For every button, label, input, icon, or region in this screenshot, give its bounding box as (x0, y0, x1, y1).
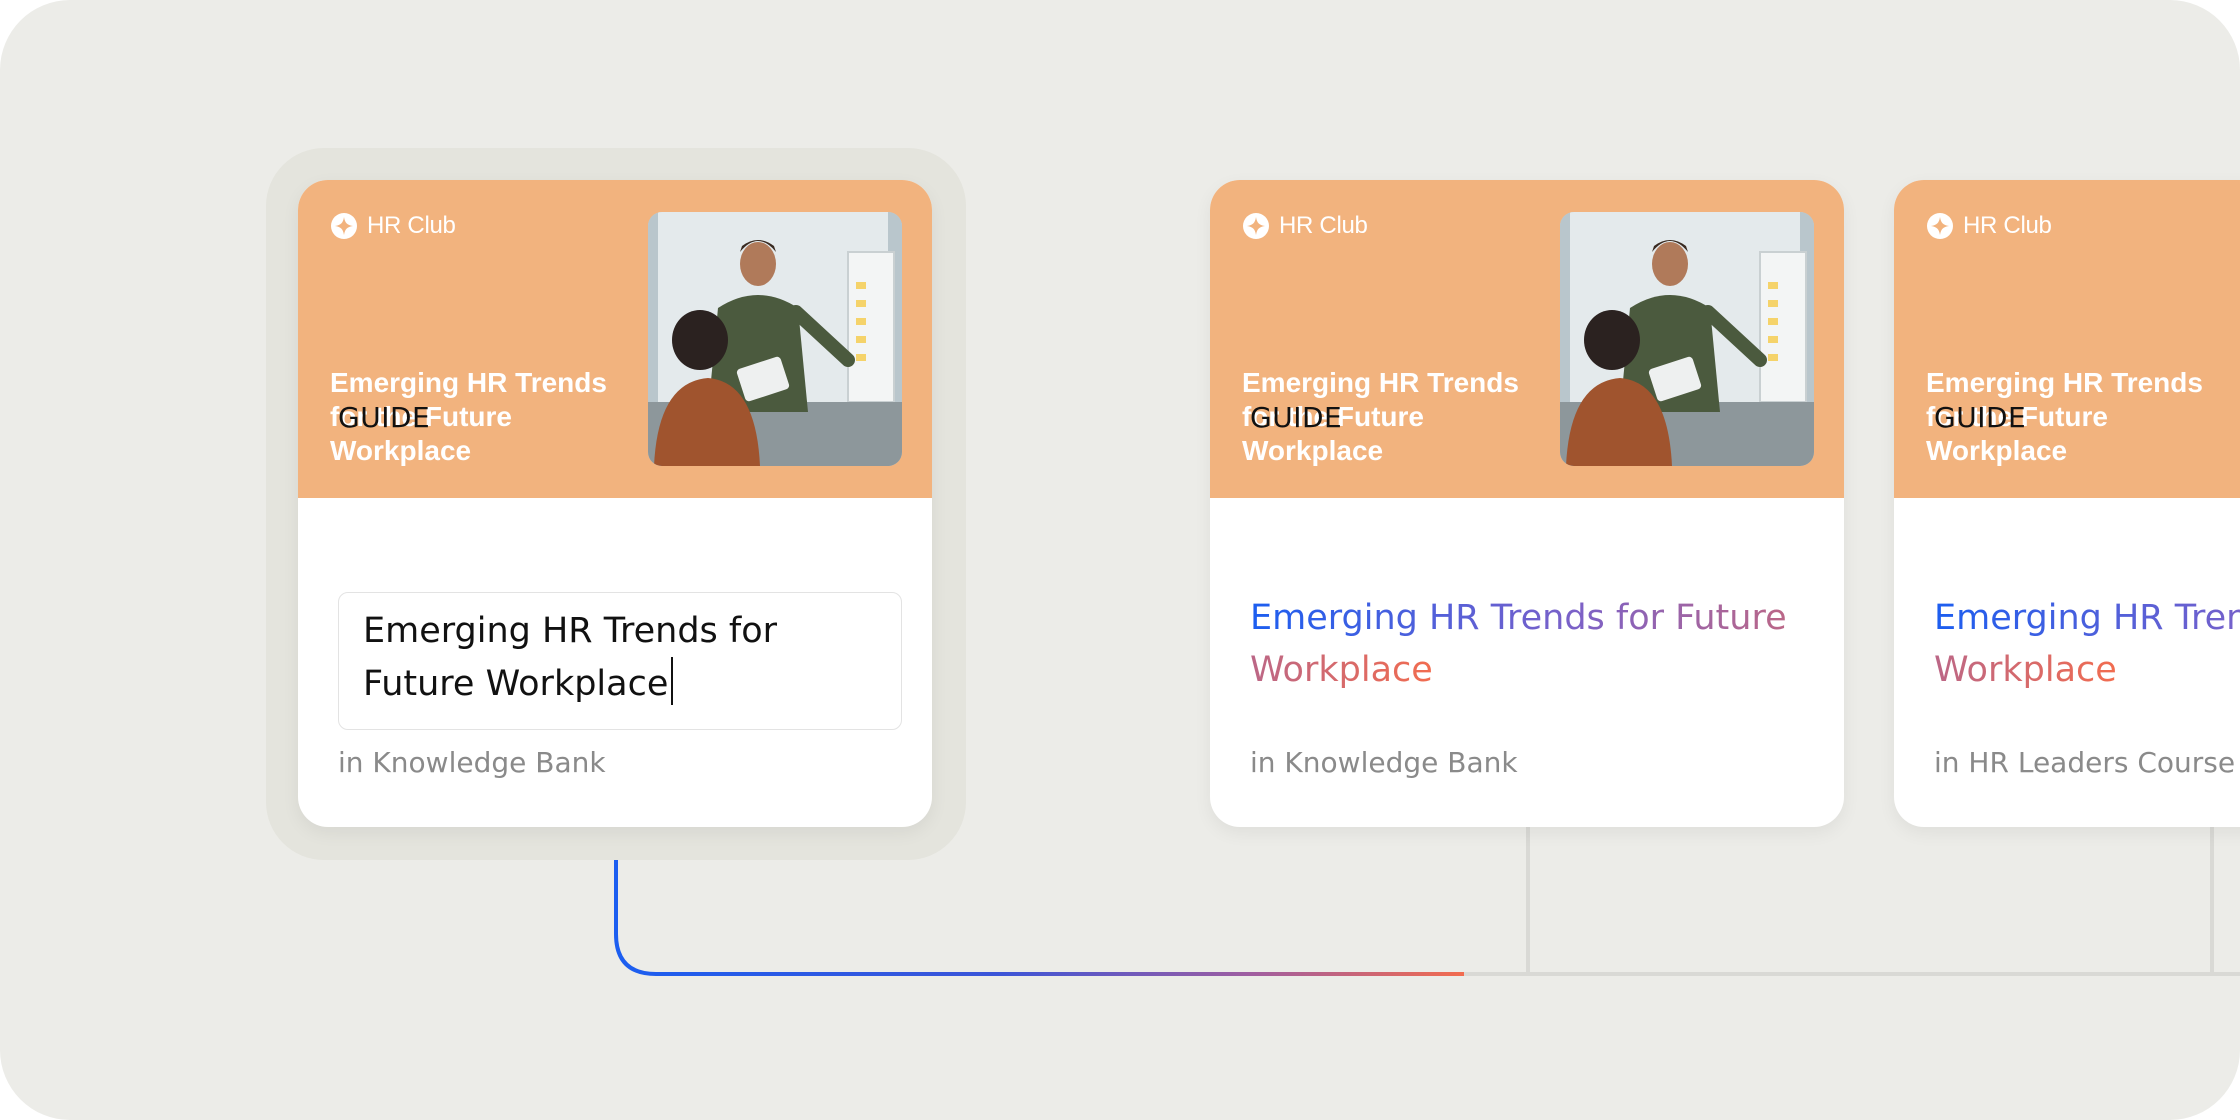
presentation-photo (1560, 212, 1814, 466)
content-type-label: GUIDE (1934, 401, 2027, 434)
brand: HR Club (1242, 212, 1368, 240)
card-title-text: Emerging HR Trends for Future Workplace (1934, 598, 2240, 690)
text-caret (671, 657, 674, 705)
card-title[interactable]: Emerging HR Trends for Future Workplace (1250, 592, 1810, 696)
guide-card-editing[interactable]: HR Club Emerging HR Trends for the Futur… (298, 180, 932, 827)
cover-photo (1560, 212, 1814, 466)
sparkle-icon (1243, 213, 1269, 239)
sparkle-icon (1927, 213, 1953, 239)
card-title[interactable]: Emerging HR Trends for Future Workplace (1934, 592, 2240, 696)
brand: HR Club (1926, 212, 2052, 240)
card-cover: HR Club Emerging HR Trends for the Futur… (1210, 180, 1844, 498)
content-type-label: GUIDE (338, 401, 431, 434)
canvas: HR Club Emerging HR Trends for the Futur… (0, 0, 2240, 1120)
brand-name: HR Club (1279, 212, 1368, 239)
card-body: GUIDE Emerging HR Trends for Future Work… (1210, 401, 1844, 827)
sparkle-icon (331, 213, 357, 239)
brand-name: HR Club (367, 212, 456, 239)
location-label: in HR Leaders Course (1934, 746, 2236, 779)
guide-card[interactable]: HR Club Emerging HR Trends for the Futur… (1210, 180, 1844, 827)
card-body: GUIDE Emerging HR Trends for Future Work… (298, 401, 932, 827)
card-title-text: Emerging HR Trends for Future Workplace (1250, 598, 1787, 690)
content-type-label: GUIDE (1250, 401, 1343, 434)
brand: HR Club (330, 212, 456, 240)
card-cover: HR Club Emerging HR Trends for the Futur… (1894, 180, 2240, 498)
brand-name: HR Club (1963, 212, 2052, 239)
location-label: in Knowledge Bank (1250, 746, 1518, 779)
card-body: GUIDE Emerging HR Trends for Future Work… (1894, 401, 2240, 827)
title-input[interactable]: Emerging HR Trends for Future Workplace (338, 592, 902, 730)
guide-card[interactable]: HR Club Emerging HR Trends for the Futur… (1894, 180, 2240, 827)
title-input-value: Emerging HR Trends for Future Workplace (363, 611, 778, 704)
card-cover: HR Club Emerging HR Trends for the Futur… (298, 180, 932, 498)
cover-photo (648, 212, 902, 466)
presentation-photo (648, 212, 902, 466)
location-label: in Knowledge Bank (338, 746, 606, 779)
